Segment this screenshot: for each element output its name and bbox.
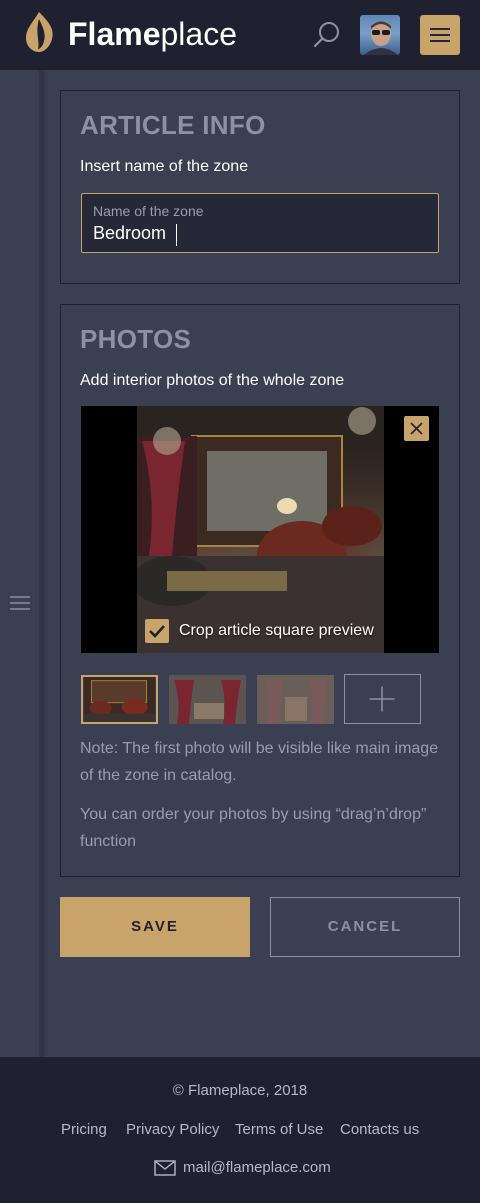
interior-photo (137, 406, 384, 653)
footer-link-pricing[interactable]: Pricing (61, 1121, 107, 1138)
plus-icon (369, 686, 395, 712)
footer: © Flameplace, 2018 Pricing Privacy Polic… (0, 1057, 480, 1203)
footer-email[interactable]: mail@flameplace.com (183, 1159, 331, 1176)
remove-photo-button[interactable] (404, 416, 429, 441)
photos-note-order: You can order your photos by using “drag… (80, 806, 427, 850)
hamburger-menu-button[interactable] (420, 15, 460, 55)
zone-name-value[interactable]: Bedroom (93, 223, 166, 244)
footer-link-terms[interactable]: Terms of Use (235, 1121, 323, 1138)
photo-thumbnail-1[interactable] (81, 675, 158, 724)
copyright: © Flameplace, 2018 (172, 1082, 308, 1099)
footer-link-contacts[interactable]: Contacts us (340, 1121, 419, 1138)
avatar-portrait-icon (364, 21, 398, 55)
article-info-panel: ARTICLE INFO Insert name of the zone Nam… (60, 90, 460, 284)
text-caret (176, 224, 177, 246)
photo-preview[interactable]: Crop article square preview (81, 406, 439, 653)
app-header: Flameplace (0, 0, 480, 70)
add-photo-button[interactable] (344, 674, 421, 724)
sidebar (0, 70, 42, 1057)
save-button[interactable]: SAVE (60, 897, 250, 957)
brand-light: place (160, 16, 237, 52)
user-avatar[interactable] (360, 15, 400, 55)
search-icon[interactable] (312, 20, 342, 50)
crop-preview-checkbox[interactable] (145, 619, 169, 643)
photos-panel: PHOTOS Add interior photos of the whole … (60, 304, 460, 877)
cancel-button[interactable]: CANCEL (270, 897, 460, 957)
sidebar-toggle-icon[interactable] (10, 596, 30, 610)
brand-name[interactable]: Flameplace (68, 16, 237, 52)
checkmark-icon (149, 625, 165, 638)
thumbnail-image-1 (84, 677, 155, 722)
photo-thumbnail-3[interactable] (257, 675, 334, 724)
crop-preview-label[interactable]: Crop article square preview (179, 622, 374, 640)
footer-link-privacy[interactable]: Privacy Policy (126, 1121, 219, 1138)
interior-photo-art (137, 406, 384, 653)
article-info-title: ARTICLE INFO (80, 110, 266, 140)
zone-name-field[interactable]: Name of the zone Bedroom (81, 193, 439, 253)
zone-name-label: Name of the zone (93, 203, 204, 219)
article-info-subtitle: Insert name of the zone (80, 158, 249, 175)
thumbnail-image-2 (169, 675, 246, 724)
photos-note-main: Note: The first photo will be visible li… (80, 740, 439, 784)
thumbnail-image-3 (257, 675, 334, 724)
flame-logo-icon[interactable] (22, 11, 56, 53)
mail-icon (154, 1160, 176, 1176)
photo-thumbnail-2[interactable] (169, 675, 246, 724)
brand-bold: Flame (68, 16, 161, 52)
photos-subtitle: Add interior photos of the whole zone (80, 372, 345, 389)
close-icon (410, 422, 423, 435)
photos-title: PHOTOS (80, 324, 192, 354)
